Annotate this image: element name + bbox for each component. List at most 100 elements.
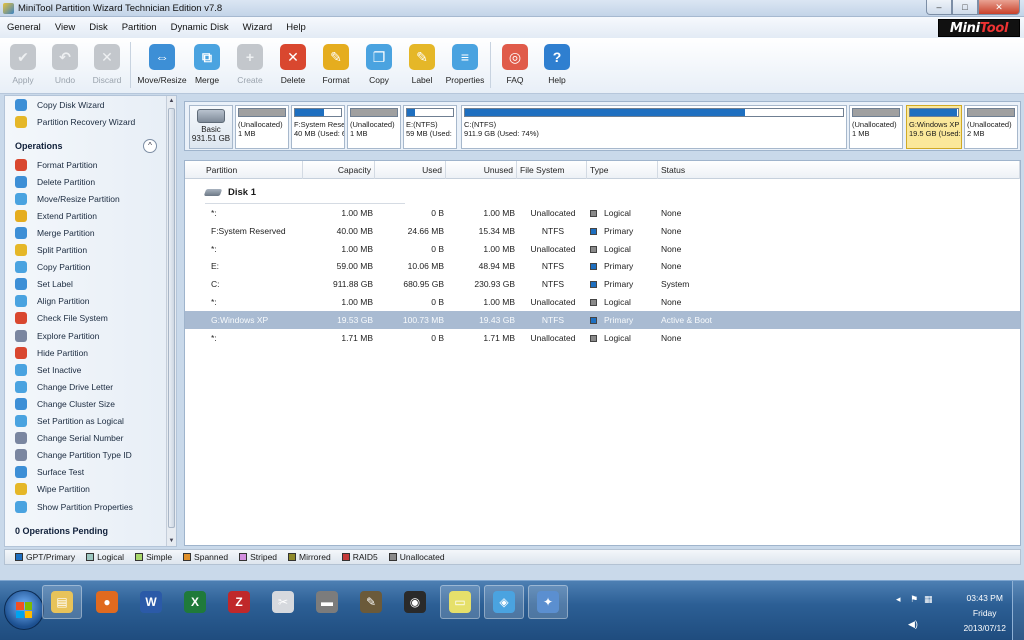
move-resize-button[interactable]: ⇔ Move/Resize xyxy=(136,42,188,90)
taskbar-excel-button[interactable]: X xyxy=(176,585,214,619)
table-row[interactable]: F:System Reserved 40.00 MB 24.66 MB 15.34 M… xyxy=(185,222,1020,240)
sidebar-scrollbar[interactable]: ▲ ▼ xyxy=(166,96,176,546)
column-header-partition[interactable]: Partition xyxy=(203,161,303,179)
table-row[interactable]: *: 1.00 MB 0 B 1.00 MB Unallocated Logical Non… xyxy=(185,240,1020,258)
taskbar-firefox-button[interactable]: ● xyxy=(88,585,126,619)
taskbar-paint-palette-button[interactable]: ✦ xyxy=(528,585,568,619)
apply-button[interactable]: ✔ Apply xyxy=(0,42,46,90)
help-button[interactable]: ? Help xyxy=(534,42,580,90)
operation-extend-partition[interactable]: Extend Partition xyxy=(15,208,97,223)
surface-test-icon xyxy=(15,466,27,479)
disk-1-row[interactable]: Disk 1 xyxy=(203,185,256,199)
operation-wipe-partition[interactable]: Wipe Partition xyxy=(15,482,90,497)
discard-button[interactable]: ✕ Discard xyxy=(84,42,130,90)
table-row[interactable]: *: 1.00 MB 0 B 1.00 MB Unallocated Logical Non… xyxy=(185,204,1020,222)
partition-block-f-system-rese[interactable]: F:System Rese 40 MB (Used: 6 xyxy=(291,105,345,149)
table-row[interactable]: C: 911.88 GB 680.95 GB 230.93 GB NTFS Primary… xyxy=(185,275,1020,293)
scroll-up-arrow-icon[interactable]: ▲ xyxy=(167,96,176,106)
toolbar-label: Merge xyxy=(194,75,220,85)
column-header-unused[interactable]: Unused xyxy=(446,161,517,179)
partition-block-unallocated[interactable]: (Unallocated) 1 MB xyxy=(849,105,903,149)
taskbar-filezilla-button[interactable]: Z xyxy=(220,585,258,619)
menu-wizard[interactable]: Wizard xyxy=(236,22,280,33)
delete-button[interactable]: ✕ Delete xyxy=(270,42,316,90)
column-header-capacity[interactable]: Capacity xyxy=(303,161,375,179)
operation-delete-partition[interactable]: Delete Partition xyxy=(15,174,95,189)
menu-partition[interactable]: Partition xyxy=(115,22,164,33)
network-icon[interactable]: ▦ xyxy=(924,594,933,605)
table-row[interactable]: G:Windows XP 19.53 GB 100.73 MB 19.43 GB NTF… xyxy=(185,310,1020,329)
type-label: Primary xyxy=(604,279,634,290)
collapse-operations-button[interactable]: ^ xyxy=(143,139,157,153)
wizard-copy-disk-wizard[interactable]: Copy Disk Wizard xyxy=(15,97,105,112)
operation-align-partition[interactable]: Align Partition xyxy=(15,294,89,309)
operation-surface-test[interactable]: Surface Test xyxy=(15,465,84,480)
column-header-type[interactable]: Type xyxy=(587,161,658,179)
menu-dynamic-disk[interactable]: Dynamic Disk xyxy=(164,22,236,33)
partition-block-e-ntfs[interactable]: E:(NTFS) 59 MB (Used: xyxy=(403,105,457,149)
operation-set-inactive[interactable]: Set Inactive xyxy=(15,362,81,377)
minimize-button[interactable]: – xyxy=(926,0,952,15)
operation-format-partition[interactable]: Format Partition xyxy=(15,157,97,172)
table-row[interactable]: *: 1.71 MB 0 B 1.71 MB Unallocated Logical Non… xyxy=(185,329,1020,347)
operation-change-drive-letter[interactable]: Change Drive Letter xyxy=(15,379,113,394)
taskbar-partition-wizard-button[interactable]: ◈ xyxy=(484,585,524,619)
taskbar-sticky-notes-button[interactable]: ▭ xyxy=(440,585,480,619)
taskbar-word-button[interactable]: W xyxy=(132,585,170,619)
menu-general[interactable]: General xyxy=(0,22,48,33)
tray-expand-icon[interactable]: ◂ xyxy=(896,594,901,605)
column-header-file-system[interactable]: File System xyxy=(517,161,587,179)
close-button[interactable]: ✕ xyxy=(978,0,1020,15)
table-row[interactable]: E: 59.00 MB 10.06 MB 48.94 MB NTFS Primary Non… xyxy=(185,257,1020,275)
partition-block-unallocated[interactable]: (Unallocated) 1 MB xyxy=(347,105,401,149)
operation-set-label[interactable]: Set Label xyxy=(15,277,73,292)
volume-icon[interactable]: ◀) xyxy=(908,619,918,630)
operation-show-partition-properties[interactable]: Show Partition Properties xyxy=(15,499,133,514)
partition-block-unallocated[interactable]: (Unallocated) 2 MB xyxy=(964,105,1018,149)
copy-button[interactable]: ❐ Copy xyxy=(356,42,402,90)
create-icon: + xyxy=(237,44,263,70)
column-header-status[interactable]: Status xyxy=(658,161,1020,179)
partition-block-unallocated[interactable]: (Unallocated) 1 MB xyxy=(235,105,289,149)
operation-hide-partition[interactable]: Hide Partition xyxy=(15,345,88,360)
menu-view[interactable]: View xyxy=(48,22,82,33)
start-button[interactable] xyxy=(4,590,44,630)
disk-basic-block[interactable]: Basic 931.51 GB xyxy=(189,105,233,149)
operation-change-cluster-size[interactable]: Change Cluster Size xyxy=(15,396,115,411)
menu-disk[interactable]: Disk xyxy=(82,22,114,33)
maximize-button[interactable]: □ xyxy=(952,0,978,15)
operation-set-partition-as-logical[interactable]: Set Partition as Logical xyxy=(15,414,124,429)
format-button[interactable]: ✎ Format xyxy=(313,42,359,90)
operation-change-serial-number[interactable]: Change Serial Number xyxy=(15,431,123,446)
menu-help[interactable]: Help xyxy=(279,22,313,33)
operation-change-partition-type-id[interactable]: Change Partition Type ID xyxy=(15,448,132,463)
operation-move-resize-partition[interactable]: Move/Resize Partition xyxy=(15,191,120,206)
properties-button[interactable]: ≡ Properties xyxy=(442,42,488,90)
create-button[interactable]: + Create xyxy=(227,42,273,90)
label-button[interactable]: ✎ Label xyxy=(399,42,445,90)
faq-button[interactable]: ◎ FAQ xyxy=(492,42,538,90)
operation-explore-partition[interactable]: Explore Partition xyxy=(15,328,99,343)
operation-check-file-system[interactable]: Check File System xyxy=(15,311,108,326)
taskbar-webcam-button[interactable]: ◉ xyxy=(396,585,434,619)
taskbar-paint-button[interactable]: ✂ xyxy=(264,585,302,619)
partition-block-size: 59 MB (Used: xyxy=(406,129,452,138)
table-row[interactable]: *: 1.00 MB 0 B 1.00 MB Unallocated Logical Non… xyxy=(185,293,1020,311)
flag-icon[interactable]: ⚑ xyxy=(910,594,918,605)
column-header-used[interactable]: Used xyxy=(375,161,446,179)
taskbar-gimp-button[interactable]: ✎ xyxy=(352,585,390,619)
partition-block-c-ntfs[interactable]: C:(NTFS) 911.9 GB (Used: 74%) xyxy=(461,105,847,149)
scroll-thumb[interactable] xyxy=(168,108,175,528)
merge-button[interactable]: ⧉ Merge xyxy=(184,42,230,90)
show-desktop-button[interactable] xyxy=(1012,581,1024,640)
partition-block-g-windows-xp[interactable]: G:Windows XP 19.5 GB (Used: xyxy=(906,105,962,149)
scroll-down-arrow-icon[interactable]: ▼ xyxy=(167,536,176,546)
clock[interactable]: 03:43 PM Friday 2013/07/12 xyxy=(963,591,1006,636)
wizard-partition-recovery-wizard[interactable]: Partition Recovery Wizard xyxy=(15,114,135,129)
operation-split-partition[interactable]: Split Partition xyxy=(15,243,87,258)
taskbar-disk-tool-button[interactable]: ▬ xyxy=(308,585,346,619)
undo-button[interactable]: ↶ Undo xyxy=(42,42,88,90)
operation-merge-partition[interactable]: Merge Partition xyxy=(15,225,95,240)
operation-copy-partition[interactable]: Copy Partition xyxy=(15,260,90,275)
taskbar-explorer-button[interactable]: ▤ xyxy=(42,585,82,619)
